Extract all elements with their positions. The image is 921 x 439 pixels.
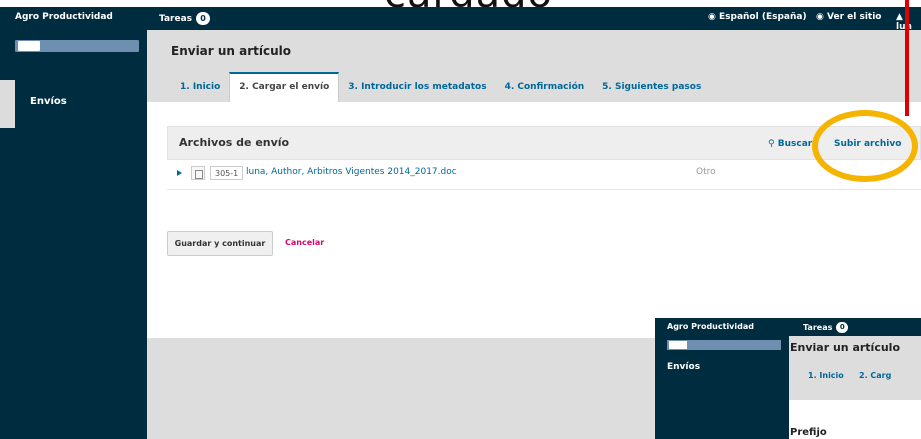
user-icon: ▲ [896, 12, 903, 22]
language-label: Español (España) [719, 12, 807, 22]
tab-metadatos[interactable]: 3. Introducir los metadatos [339, 72, 495, 102]
inset-tab-cargar: 2. Carg [859, 371, 892, 380]
cancel-link[interactable]: Cancelar [285, 238, 324, 247]
files-panel-title: Archivos de envío [179, 136, 290, 149]
inset-sidebar [655, 336, 789, 439]
logo-mark [18, 41, 40, 51]
inset-sidebar-item-envios: Envíos [667, 362, 701, 372]
inset-tasks: Tareas 0 [803, 322, 849, 333]
tab-inicio[interactable]: 1. Inicio [171, 72, 229, 102]
tasks-label: Tareas [159, 14, 193, 24]
inset-page-title: Enviar un artículo [790, 341, 901, 354]
file-id: 305-1 [210, 166, 244, 180]
inset-site-name: Agro Productividad [667, 322, 754, 331]
search-label: Buscar [777, 139, 813, 149]
site-name-link[interactable]: Agro Productividad [15, 12, 113, 22]
tasks-link[interactable]: Tareas 0 [159, 12, 211, 25]
tab-cargar-envio[interactable]: 2. Cargar el envío [229, 72, 340, 102]
annotation-line [905, 0, 909, 116]
inset-tab-inicio: 1. Inicio [808, 371, 844, 380]
search-files-link[interactable]: ⚲ Buscar [768, 139, 812, 149]
document-icon [191, 166, 205, 180]
highlight-circle [812, 110, 918, 182]
inset-logo-mark [669, 341, 687, 349]
language-menu[interactable]: ◉ Español (España) [708, 12, 807, 22]
tab-confirmacion[interactable]: 4. Confirmación [496, 72, 594, 102]
sidebar-item-envios[interactable]: Envíos [15, 80, 147, 128]
inset-prefix-label: Prefijo [790, 427, 827, 438]
inset-top-navbar: Agro Productividad Tareas 0 [655, 318, 921, 336]
inset-screenshot: Agro Productividad Tareas 0 Envíos Enviar… [655, 318, 921, 439]
inset-tasks-label: Tareas [803, 323, 833, 332]
page-title: Enviar un artículo [171, 44, 292, 58]
inset-tasks-badge: 0 [836, 322, 849, 333]
tasks-count-badge: 0 [196, 12, 211, 25]
view-site-label: Ver el sitio [827, 12, 882, 22]
search-icon: ⚲ [768, 139, 775, 149]
file-name-link[interactable]: luna, Author, Arbitros Vigentes 2014_201… [246, 167, 457, 177]
inset-content: Enviar un artículo 1. Inicio 2. Carg Pre… [789, 336, 921, 439]
view-site-link[interactable]: ◉ Ver el sitio [816, 12, 881, 22]
inset-header: Enviar un artículo 1. Inicio 2. Carg [789, 336, 921, 400]
top-navbar: Agro Productividad Tareas 0 ◉ Español (Es… [0, 7, 921, 32]
file-row: 305-1 luna, Author, Arbitros Vigentes 20… [167, 160, 921, 190]
expand-triangle-icon[interactable] [177, 170, 182, 176]
save-continue-button[interactable]: Guardar y continuar [167, 231, 273, 256]
globe-icon: ◉ [708, 12, 716, 22]
page-header: Enviar un artículo 1. Inicio 2. Cargar e… [147, 30, 921, 102]
tab-siguientes-pasos[interactable]: 5. Siguientes pasos [593, 72, 710, 102]
file-type: Otro [696, 167, 716, 177]
files-panel-header: Archivos de envío ⚲ Buscar Subir archivo [167, 126, 921, 160]
ghost-panel [0, 80, 15, 128]
wizard-tabs: 1. Inicio 2. Cargar el envío 3. Introduc… [171, 72, 710, 102]
eye-icon: ◉ [816, 12, 824, 22]
